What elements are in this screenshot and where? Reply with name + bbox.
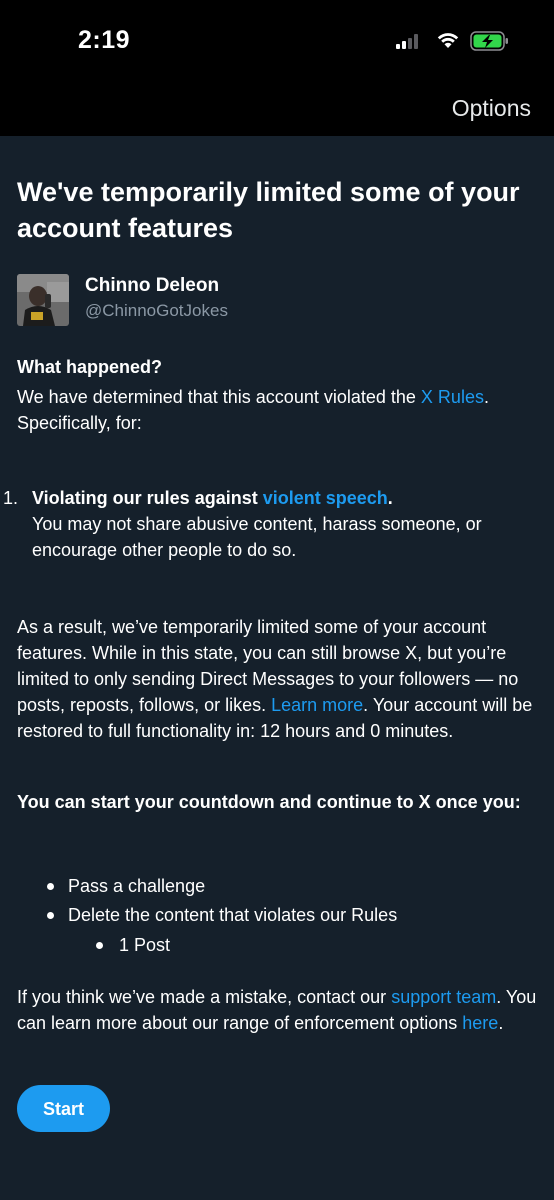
x-rules-link[interactable]: X Rules: [421, 387, 484, 407]
avatar: [17, 274, 69, 326]
nav-bar: Options: [0, 82, 554, 136]
user-name: Chinno Deleon: [85, 275, 220, 296]
battery-charging-icon: [470, 31, 508, 51]
list-item-label: Delete the content that violates our Rul…: [68, 905, 398, 925]
violent-speech-link[interactable]: violent speech: [263, 488, 388, 508]
support-team-link[interactable]: support team: [391, 987, 496, 1007]
what-happened-text: We have determined that this account vio…: [17, 387, 489, 433]
options-button[interactable]: Options: [452, 95, 531, 122]
wifi-icon: [437, 33, 459, 48]
countdown-heading: You can start your countdown and continu…: [17, 792, 521, 812]
sub-list-item-label: 1 Post: [119, 935, 171, 955]
enforcement-options-link[interactable]: here: [462, 1013, 498, 1033]
violation-number: 1.: [3, 488, 19, 508]
learn-more-link[interactable]: Learn more: [271, 695, 363, 715]
status-time: 2:19: [78, 26, 131, 54]
bullet-dot: [47, 912, 54, 919]
user-avatar-image: [17, 274, 69, 326]
bullet-dot: [96, 942, 103, 949]
main-content: We've temporarily limited some of your a…: [0, 136, 554, 1200]
page-title: We've temporarily limited some of your a…: [17, 177, 520, 243]
what-happened-heading: What happened?: [17, 357, 162, 377]
violation-title: Violating our rules against violent spee…: [32, 488, 393, 508]
start-button[interactable]: Start: [17, 1085, 110, 1132]
bullet-dot: [47, 883, 54, 890]
violation-description: You may not share abusive content, haras…: [32, 514, 482, 560]
user-handle: @ChinnoGotJokes: [85, 301, 228, 320]
list-item-label: Pass a challenge: [68, 876, 206, 896]
mistake-text: If you think we’ve made a mistake, conta…: [17, 987, 537, 1033]
status-bar: 2:19: [0, 0, 554, 82]
result-text: As a result, we’ve temporarily limited s…: [17, 617, 533, 741]
cellular-signal-icon: [396, 34, 418, 49]
